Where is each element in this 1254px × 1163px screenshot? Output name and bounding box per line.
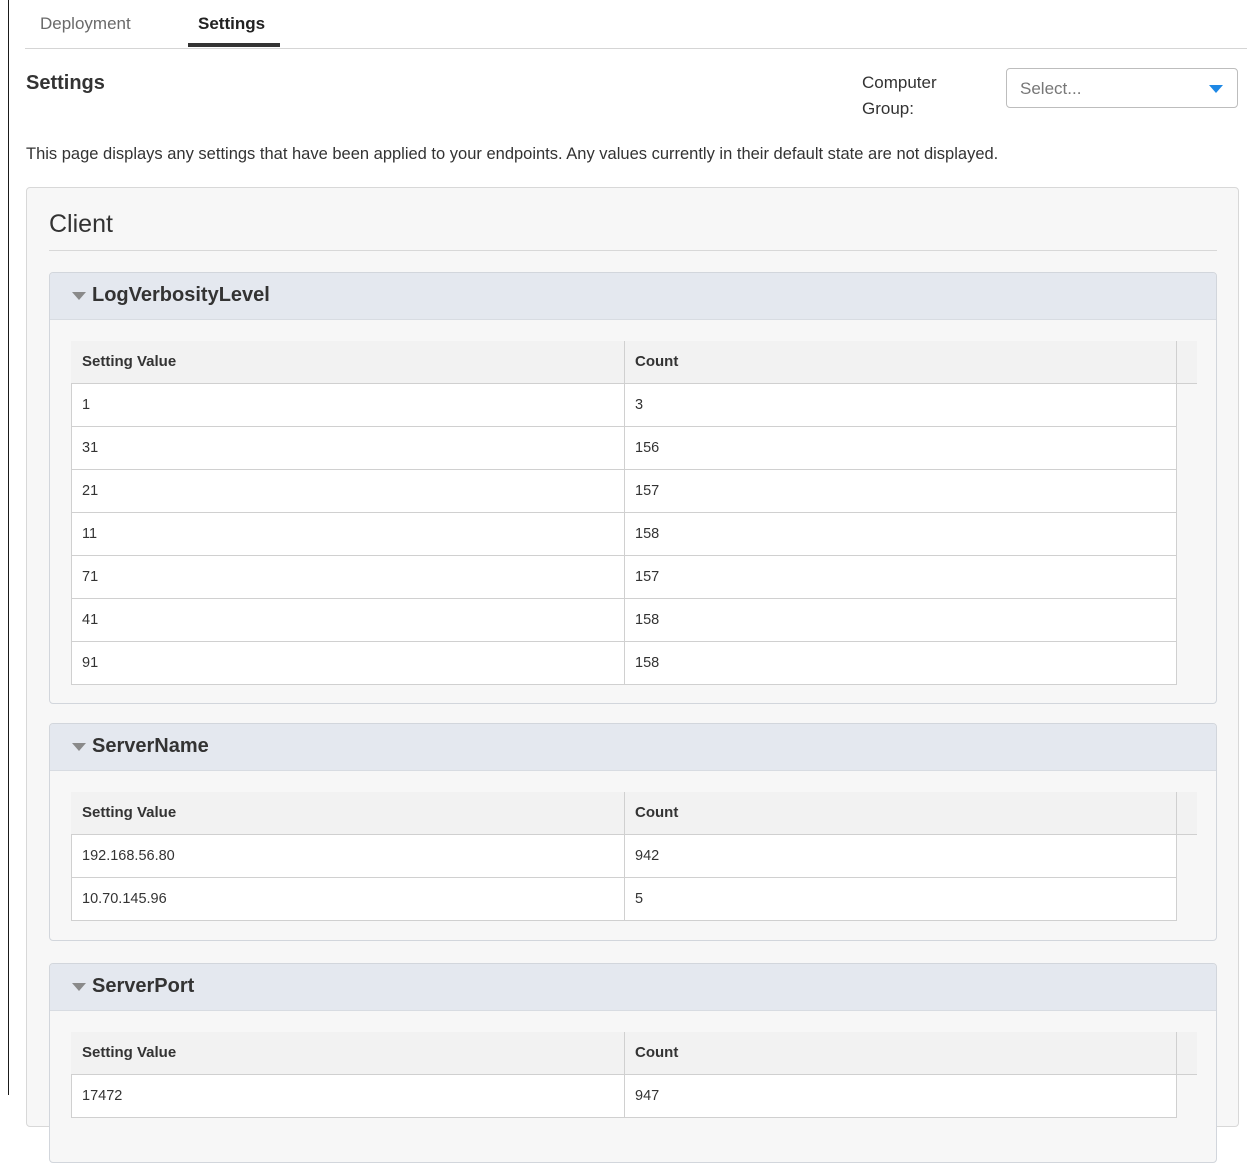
table-row: 17472 947	[72, 1075, 1176, 1118]
column-divider	[624, 556, 625, 598]
table-row: 13	[72, 384, 1176, 427]
column-divider	[624, 427, 625, 469]
chevron-down-icon	[1209, 85, 1223, 93]
computer-group-label: Computer Group:	[862, 73, 937, 118]
setting-value-cell: 21	[82, 483, 99, 499]
setting-section-servername: ServerName Setting Value Count 192.168.5…	[49, 723, 1217, 941]
column-divider	[1176, 792, 1177, 834]
setting-section-logverbositylevel: LogVerbosityLevel Setting Value Count 13…	[49, 272, 1217, 704]
column-header-setting-value[interactable]: Setting Value	[82, 804, 176, 821]
section-title: ServerPort	[92, 975, 195, 997]
count-cell: 5	[635, 891, 644, 907]
count-cell: 158	[635, 655, 660, 671]
client-panel: Client LogVerbosityLevel Setting Value C…	[26, 187, 1239, 1163]
column-divider	[624, 878, 625, 920]
column-divider	[624, 599, 625, 641]
table-body: 13 31 156 21 157 11 158 71 157 41 158 91 158	[71, 384, 1177, 685]
settings-table: Setting Value Count 13 31 156 21 157 11 158…	[71, 341, 1197, 685]
setting-value-cell: 11	[82, 526, 98, 542]
table-row: 192.168.56.80 942	[72, 835, 1176, 878]
column-header-count[interactable]: Count	[635, 353, 678, 370]
table-row: 21 157	[72, 470, 1176, 513]
table-body: 192.168.56.80 942 10.70.145.96 5	[71, 835, 1177, 921]
caret-down-icon	[72, 743, 86, 751]
tab-deployment[interactable]: Deployment	[40, 14, 131, 34]
page-title: Settings	[26, 72, 105, 94]
caret-down-icon	[72, 292, 86, 300]
divider	[49, 250, 1217, 251]
section-header[interactable]: ServerPort	[50, 964, 1216, 1011]
column-divider	[1176, 341, 1177, 383]
count-cell: 157	[635, 483, 660, 499]
count-cell: 156	[635, 440, 660, 456]
column-header-setting-value[interactable]: Setting Value	[82, 1044, 176, 1061]
computer-group-select[interactable]: Select...	[1006, 68, 1238, 108]
setting-section-serverport: ServerPort Setting Value Count 17472 947	[49, 963, 1217, 1163]
table-row: 11 158	[72, 513, 1176, 556]
setting-value-cell: 17472	[82, 1088, 123, 1104]
tab-bar: Deployment Settings	[25, 0, 1247, 49]
count-cell: 942	[635, 848, 660, 864]
count-cell: 157	[635, 569, 660, 585]
count-cell: 158	[635, 612, 660, 628]
section-header[interactable]: LogVerbosityLevel	[50, 273, 1216, 320]
count-cell: 158	[635, 526, 660, 542]
table-header: Setting Value Count	[71, 792, 1197, 835]
table-row: 31 156	[72, 427, 1176, 470]
setting-value-cell: 10.70.145.96	[82, 891, 167, 907]
column-divider	[624, 642, 625, 684]
caret-down-icon	[72, 983, 86, 991]
table-row: 10.70.145.96 5	[72, 878, 1176, 921]
table-header: Setting Value Count	[71, 1032, 1197, 1075]
column-divider	[624, 1075, 625, 1117]
table-header: Setting Value Count	[71, 341, 1197, 384]
count-cell: 3	[635, 397, 644, 413]
column-divider	[624, 835, 625, 877]
section-header[interactable]: ServerName	[50, 724, 1216, 771]
column-divider	[1176, 1032, 1177, 1074]
column-divider	[624, 792, 625, 834]
column-header-setting-value[interactable]: Setting Value	[82, 353, 176, 370]
column-header-count[interactable]: Count	[635, 804, 678, 821]
setting-value-cell: 91	[82, 655, 99, 671]
column-divider	[624, 513, 625, 555]
setting-value-cell: 31	[82, 440, 99, 456]
column-divider	[624, 470, 625, 512]
column-divider	[624, 384, 625, 426]
column-divider	[624, 341, 625, 383]
active-tab-indicator	[188, 43, 280, 47]
table-row: 41 158	[72, 599, 1176, 642]
setting-value-cell: 1	[82, 397, 91, 413]
table-body: 17472 947	[71, 1075, 1177, 1118]
setting-value-cell: 192.168.56.80	[82, 848, 175, 864]
setting-value-cell: 41	[82, 612, 99, 628]
client-heading: Client	[49, 210, 113, 238]
column-divider	[624, 1032, 625, 1074]
tab-settings[interactable]: Settings	[198, 14, 265, 34]
table-row: 71 157	[72, 556, 1176, 599]
section-title: ServerName	[92, 735, 209, 757]
section-title: LogVerbosityLevel	[92, 284, 270, 306]
count-cell: 947	[635, 1088, 660, 1104]
settings-page: Deployment Settings Settings Computer Gr…	[8, 0, 1254, 1163]
computer-group-placeholder: Select...	[1020, 79, 1082, 98]
setting-value-cell: 71	[82, 569, 99, 585]
settings-table: Setting Value Count 192.168.56.80 942 10.…	[71, 792, 1197, 921]
page-description: This page displays any settings that hav…	[26, 145, 999, 163]
table-row: 91 158	[72, 642, 1176, 685]
column-header-count[interactable]: Count	[635, 1044, 678, 1061]
settings-table: Setting Value Count 17472 947	[71, 1032, 1197, 1118]
